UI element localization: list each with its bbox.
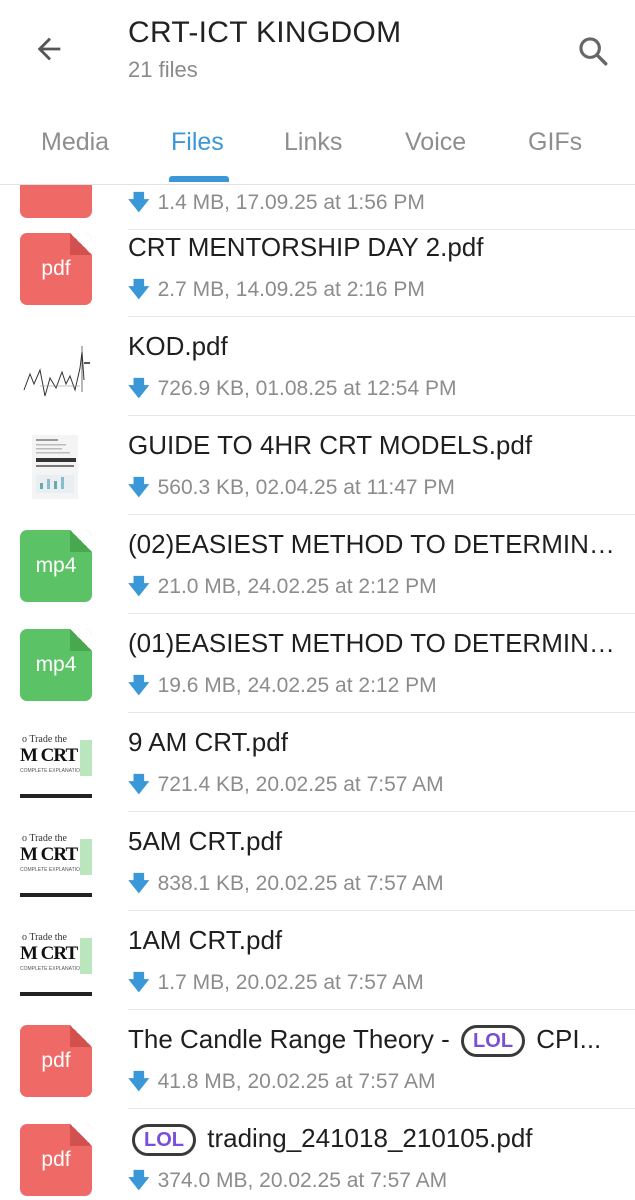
tab-files[interactable]: Files: [171, 128, 224, 157]
pdf-file-icon: pdf: [20, 1124, 92, 1196]
app-header: CRT-ICT KINGDOM 21 files: [0, 0, 635, 110]
file-meta: 🡇 19.6 MB, 24.02.25 at 2:12 PM: [128, 674, 437, 697]
download-icon: 🡇: [128, 191, 150, 214]
tab-links[interactable]: Links: [284, 128, 342, 157]
file-name: The Candle Range Theory - LOL CPI...: [128, 1024, 623, 1058]
pdf-file-icon: [20, 185, 92, 218]
list-item[interactable]: o Trade the M CRT COMPLETE EXPLANATION 1…: [0, 911, 635, 1010]
download-icon: 🡇: [128, 377, 150, 400]
tab-bar: Media Files Links Voice GIFs: [0, 110, 635, 185]
file-meta: 🡇 2.7 MB, 14.09.25 at 2:16 PM: [128, 278, 425, 301]
download-icon: 🡇: [128, 971, 150, 994]
crt-thumbnail-icon: o Trade the M CRT COMPLETE EXPLANATION: [20, 926, 92, 998]
search-button[interactable]: [568, 26, 618, 76]
document-thumbnail-icon: [20, 431, 92, 503]
download-icon: 🡇: [128, 773, 150, 796]
mp4-file-icon: mp4: [20, 530, 92, 602]
tab-voice[interactable]: Voice: [405, 128, 466, 157]
list-item[interactable]: mp4 (02)EASIEST METHOD TO DETERMINE THE …: [0, 515, 635, 614]
file-name: KOD.pdf: [128, 331, 228, 361]
download-icon: 🡇: [128, 1169, 150, 1192]
chat-title: CRT-ICT KINGDOM: [128, 16, 402, 49]
lol-sticker-icon: LOL: [132, 1124, 196, 1157]
arrow-left-icon: [37, 37, 61, 61]
file-meta: 🡇 1.7 MB, 20.02.25 at 7:57 AM: [128, 971, 424, 994]
search-icon: [579, 37, 608, 66]
file-meta: 🡇 374.0 MB, 20.02.25 at 7:57 AM: [128, 1169, 448, 1192]
download-icon: 🡇: [128, 872, 150, 895]
back-button[interactable]: [24, 24, 74, 74]
file-name: 1AM CRT.pdf: [128, 925, 283, 955]
file-name: CRT MENTORSHIP DAY 2.pdf: [128, 232, 484, 262]
list-item[interactable]: pdf LOL trading_241018_210105.pdf 🡇 374.0…: [0, 1109, 635, 1200]
list-item[interactable]: KOD.pdf 🡇 726.9 KB, 01.08.25 at 12:54 PM: [0, 317, 635, 416]
file-meta: 🡇 838.1 KB, 20.02.25 at 7:57 AM: [128, 872, 444, 895]
active-tab-indicator: [169, 176, 229, 182]
file-list[interactable]: 🡇 1.4 MB, 17.09.25 at 1:56 PM pdf CRT MEN…: [0, 185, 635, 1200]
download-icon: 🡇: [128, 575, 150, 598]
file-meta: 🡇 21.0 MB, 24.02.25 at 2:12 PM: [128, 575, 437, 598]
download-icon: 🡇: [128, 1070, 150, 1093]
file-name: (02)EASIEST METHOD TO DETERMINE THE DAIL…: [128, 529, 623, 559]
list-item[interactable]: pdf CRT MENTORSHIP DAY 2.pdf 🡇 2.7 MB, 14…: [0, 218, 635, 317]
file-name: 5AM CRT.pdf: [128, 826, 283, 856]
file-meta: 🡇 560.3 KB, 02.04.25 at 11:47 PM: [128, 476, 455, 499]
file-meta: 🡇 41.8 MB, 20.02.25 at 7:57 AM: [128, 1070, 436, 1093]
list-item[interactable]: o Trade the M CRT COMPLETE EXPLANATION 5…: [0, 812, 635, 911]
file-name: GUIDE TO 4HR CRT MODELS.pdf: [128, 430, 533, 460]
tab-gifs[interactable]: GIFs: [528, 128, 582, 157]
list-item[interactable]: mp4 (01)EASIEST METHOD TO DETERMINE THE …: [0, 614, 635, 713]
lol-sticker-icon: LOL: [461, 1025, 526, 1058]
pdf-file-icon: pdf: [20, 1025, 92, 1097]
list-item[interactable]: o Trade the M CRT COMPLETE EXPLANATION 9…: [0, 713, 635, 812]
tab-media[interactable]: Media: [41, 128, 109, 157]
mp4-file-icon: mp4: [20, 629, 92, 701]
download-icon: 🡇: [128, 674, 150, 697]
list-item[interactable]: pdf The Candle Range Theory - LOL CPI...…: [0, 1010, 635, 1109]
crt-thumbnail-icon: o Trade the M CRT COMPLETE EXPLANATION: [20, 728, 92, 800]
file-name: (01)EASIEST METHOD TO DETERMINE THE DAIL…: [128, 628, 623, 658]
file-meta: 🡇 721.4 KB, 20.02.25 at 7:57 AM: [128, 773, 444, 796]
file-count: 21 files: [128, 57, 198, 82]
file-name: 9 AM CRT.pdf: [128, 727, 288, 757]
file-name: LOL trading_241018_210105.pdf: [128, 1123, 623, 1157]
list-item[interactable]: GUIDE TO 4HR CRT MODELS.pdf 🡇 560.3 KB, 0…: [0, 416, 635, 515]
file-meta: 🡇 726.9 KB, 01.08.25 at 12:54 PM: [128, 377, 457, 400]
crt-thumbnail-icon: o Trade the M CRT COMPLETE EXPLANATION: [20, 827, 92, 899]
chart-thumbnail-icon: [20, 332, 92, 404]
download-icon: 🡇: [128, 476, 150, 499]
pdf-file-icon: pdf: [20, 233, 92, 305]
download-icon: 🡇: [128, 278, 150, 301]
